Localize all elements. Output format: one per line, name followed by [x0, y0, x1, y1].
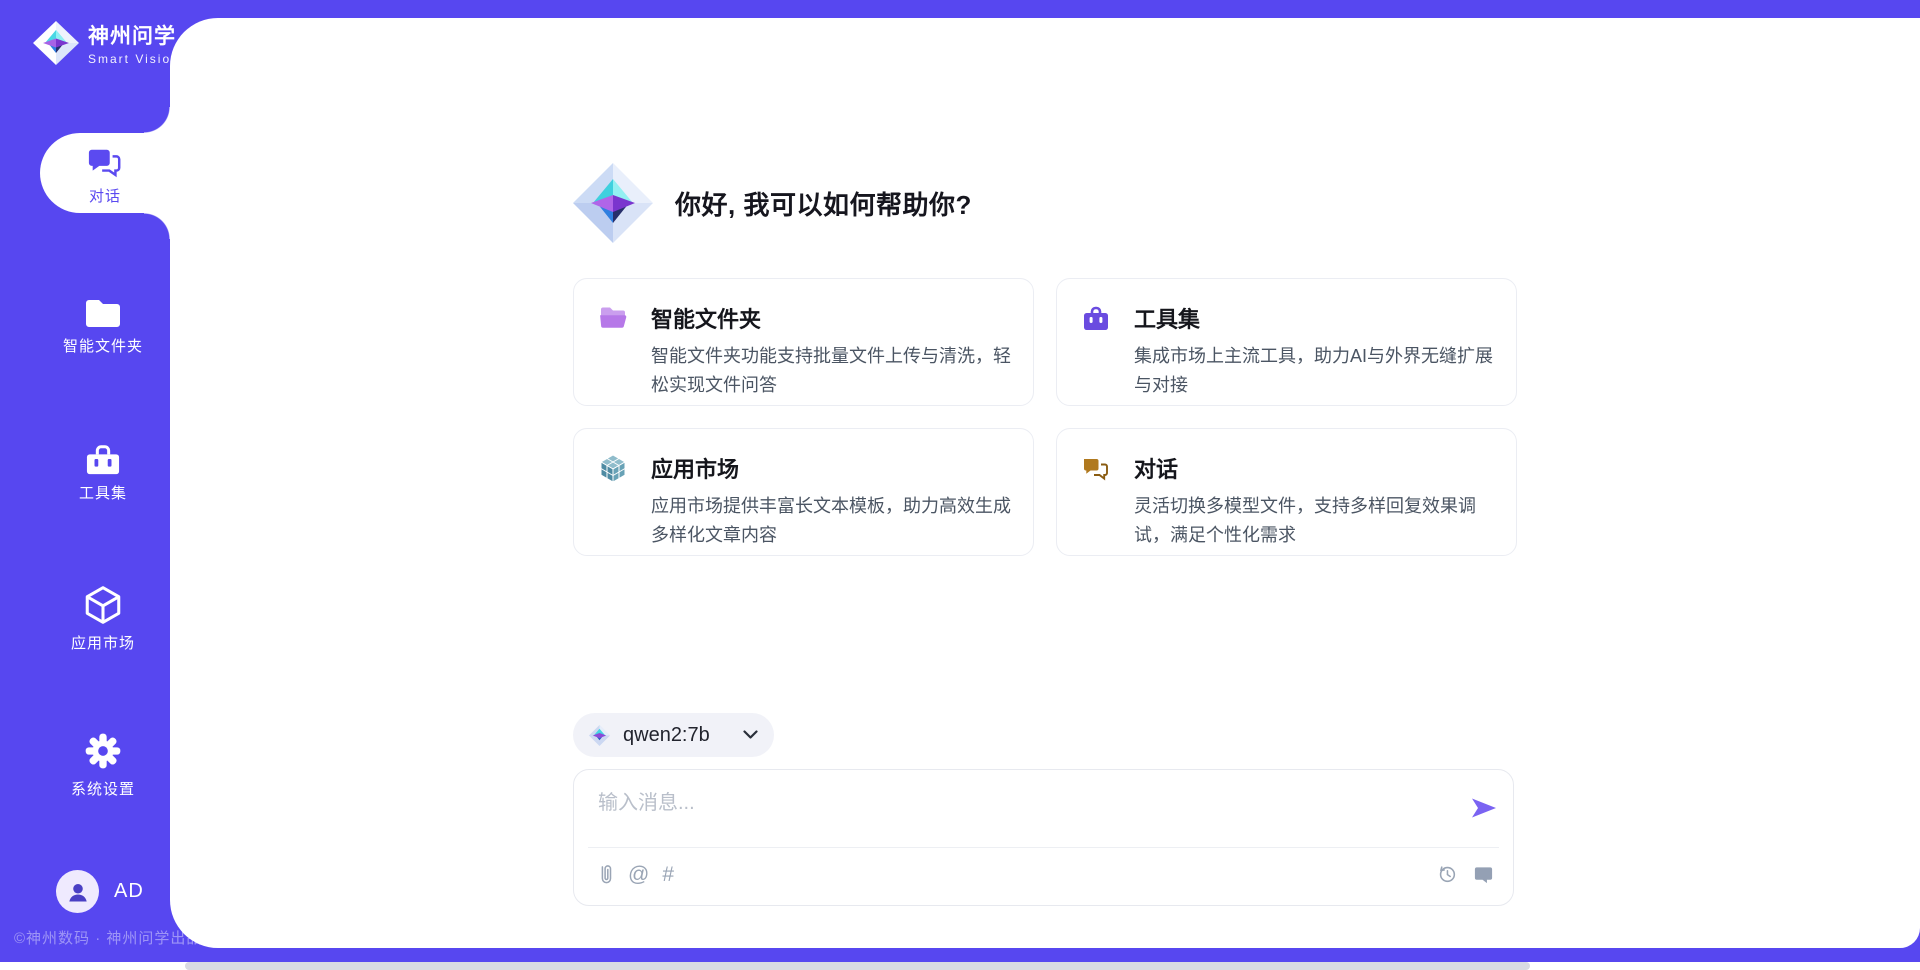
diamond-logo-icon — [588, 724, 611, 747]
user-account[interactable]: AD — [56, 870, 144, 913]
cube-grid-icon — [598, 453, 628, 484]
card-title: 智能文件夹 — [651, 302, 761, 334]
horizontal-scrollbar-thumb[interactable] — [185, 962, 1530, 970]
card-app-market[interactable]: 应用市场 应用市场提供丰富长文本模板，助力高效生成多样化文章内容 — [573, 428, 1034, 556]
model-name: qwen2:7b — [623, 724, 710, 747]
card-chat[interactable]: 对话 灵活切换多模型文件，支持多样回复效果调试，满足个性化需求 — [1056, 428, 1517, 556]
hash-icon[interactable]: # — [662, 864, 674, 886]
sidebar-item-smart-folder[interactable]: 智能文件夹 — [36, 296, 170, 356]
sidebar-item-app-market[interactable]: 应用市场 — [36, 583, 170, 653]
sidebar-item-label: 智能文件夹 — [63, 335, 143, 356]
folder-icon — [83, 296, 123, 330]
card-title: 应用市场 — [651, 452, 739, 484]
at-icon[interactable]: @ — [628, 864, 649, 886]
diamond-logo-icon — [32, 20, 80, 66]
card-toolset[interactable]: 工具集 集成市场上主流工具，助力AI与外界无缝扩展与对接 — [1056, 278, 1517, 406]
avatar — [56, 870, 99, 913]
feature-cards: 智能文件夹 智能文件夹功能支持批量文件上传与清洗，轻松实现文件问答 工具集 集成… — [573, 278, 1517, 556]
card-description: 灵活切换多模型文件，支持多样回复效果调试，满足个性化需求 — [1134, 492, 1508, 550]
app-window: 神州问学 Smart Vision 对话 智能文件夹 工具集 — [0, 0, 1920, 970]
copyright-text: ©神州数码 · 神州问学出品 — [14, 927, 202, 948]
brand-name: 神州问学 — [88, 20, 180, 50]
sidebar-item-label: 应用市场 — [71, 632, 135, 653]
comment-icon[interactable] — [1473, 864, 1494, 885]
sidebar-item-label: 系统设置 — [71, 778, 135, 799]
chat-bubbles-icon — [1081, 455, 1111, 482]
chevron-down-icon — [743, 730, 758, 740]
nav-pill-flare-bottom — [144, 213, 170, 239]
briefcase-icon — [1081, 305, 1111, 332]
card-smart-folder[interactable]: 智能文件夹 智能文件夹功能支持批量文件上传与清洗，轻松实现文件问答 — [573, 278, 1034, 406]
card-description: 智能文件夹功能支持批量文件上传与清洗，轻松实现文件问答 — [651, 342, 1025, 400]
sidebar-item-chat[interactable]: 对话 — [40, 133, 170, 213]
message-composer: @ # — [573, 769, 1514, 906]
nav-pill-flare-top — [144, 107, 170, 133]
brand-subtitle: Smart Vision — [88, 52, 180, 66]
horizontal-scrollbar-track — [0, 962, 1920, 970]
folder-open-icon — [598, 305, 628, 331]
sidebar-item-settings[interactable]: 系统设置 — [36, 729, 170, 799]
model-selector[interactable]: qwen2:7b — [573, 713, 774, 757]
card-description: 应用市场提供丰富长文本模板，助力高效生成多样化文章内容 — [651, 492, 1025, 550]
history-icon[interactable] — [1436, 863, 1458, 885]
greeting: 你好, 我可以如何帮助你? — [571, 161, 972, 245]
composer-divider — [588, 847, 1499, 848]
paperclip-icon[interactable] — [597, 863, 615, 886]
chat-icon — [86, 145, 124, 181]
user-avatar-icon — [65, 879, 91, 905]
greeting-text: 你好, 我可以如何帮助你? — [675, 185, 972, 222]
gear-icon — [82, 729, 124, 773]
brand-logo: 神州问学 Smart Vision — [32, 20, 180, 66]
toolbox-icon — [84, 443, 122, 477]
sidebar-item-toolset[interactable]: 工具集 — [36, 443, 170, 503]
send-icon[interactable] — [1470, 796, 1498, 820]
user-name: AD — [114, 880, 144, 903]
sidebar-item-label: 工具集 — [79, 482, 127, 503]
message-input[interactable] — [598, 784, 1428, 822]
cube-icon — [82, 583, 124, 627]
card-title: 对话 — [1134, 452, 1178, 484]
sidebar-item-label: 对话 — [89, 185, 121, 206]
card-title: 工具集 — [1134, 302, 1200, 334]
card-description: 集成市场上主流工具，助力AI与外界无缝扩展与对接 — [1134, 342, 1508, 400]
diamond-logo-icon — [571, 161, 655, 245]
